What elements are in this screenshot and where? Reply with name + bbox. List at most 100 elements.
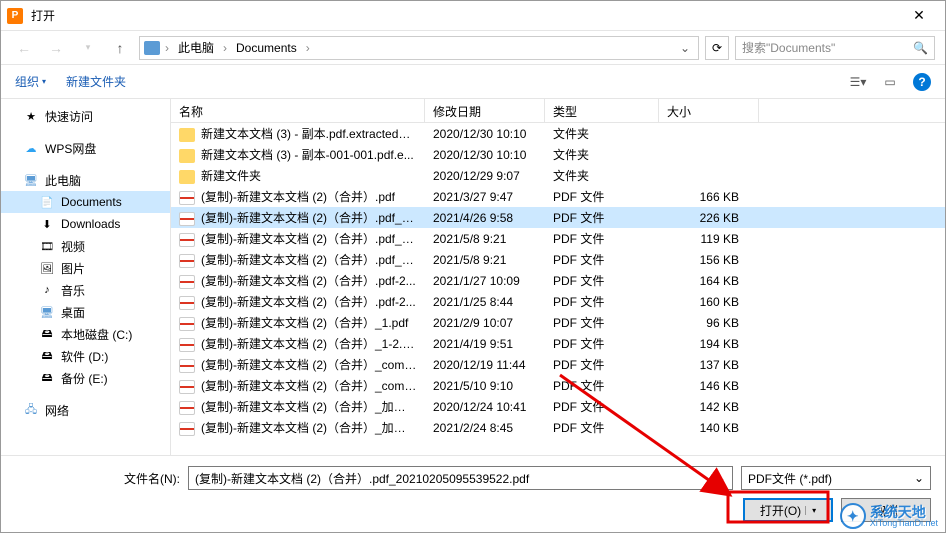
preview-pane-button[interactable]: ▭ [881,74,899,90]
sidebar-item-videos[interactable]: 🎞视频 [1,235,170,257]
back-button[interactable]: ← [11,35,37,61]
file-date: 2021/2/9 10:07 [425,312,545,334]
sidebar-item-documents[interactable]: 📄Documents [1,191,170,213]
file-size: 166 KB [659,186,759,208]
open-button[interactable]: 打开(O)▾ [743,498,833,522]
chevron-down-icon[interactable]: ⌄ [716,471,726,485]
table-row[interactable]: 新建文本文档 (3) - 副本-001-001.pdf.e...2020/12/… [171,144,945,165]
pdf-icon [179,212,195,226]
file-size: 146 KB [659,375,759,397]
close-button[interactable]: ✕ [899,2,939,30]
table-row[interactable]: (复制)-新建文本文档 (2)（合并）.pdf_2... 2021/4/26 9:… [171,207,945,228]
file-size: 164 KB [659,270,759,292]
file-name: (复制)-新建文本文档 (2)（合并）_comp... [201,379,421,393]
file-size: 226 KB [659,207,759,229]
file-date: 2021/5/10 9:10 [425,375,545,397]
table-row[interactable]: (复制)-新建文本文档 (2)（合并）_加密.p...2020/12/24 10… [171,396,945,417]
breadcrumb-folder[interactable]: Documents [232,41,301,55]
drive-icon: 🖴 [39,326,55,342]
watermark-logo: ✦ [840,503,866,529]
file-size: 140 KB [659,417,759,439]
organize-menu[interactable]: 组织▾ [15,73,46,90]
view-mode-button[interactable]: ☰▾ [849,74,867,90]
open-dialog: P 打开 ✕ ← → ▾ ↑ › 此电脑 › Documents › ⌄ ⟳ 搜… [0,0,946,533]
sidebar-item-downloads[interactable]: ⬇Downloads [1,213,170,235]
chevron-down-icon[interactable]: ▾ [805,506,816,515]
music-icon: ♪ [39,282,55,298]
breadcrumb-root[interactable]: 此电脑 [174,39,218,56]
filename-input[interactable]: (复制)-新建文本文档 (2)（合并）.pdf_2021020509553952… [188,466,733,490]
file-size: 194 KB [659,333,759,355]
table-row[interactable]: (复制)-新建文本文档 (2)（合并）_comp... 2021/5/10 9:1… [171,375,945,396]
col-name[interactable]: 名称 [171,99,425,122]
table-row[interactable]: (复制)-新建文本文档 (2)（合并）.pdf_2...2021/5/8 9:2… [171,249,945,270]
table-row[interactable]: (复制)-新建文本文档 (2)（合并）_1-2.pdf 2021/4/19 9:5… [171,333,945,354]
file-date: 2020/12/19 11:44 [425,354,545,376]
file-name: (复制)-新建文本文档 (2)（合并）.pdf [201,190,395,204]
col-date[interactable]: 修改日期 [425,99,545,122]
pdf-icon [179,359,195,373]
file-size: 142 KB [659,396,759,418]
download-icon: ⬇ [39,216,55,232]
refresh-button[interactable]: ⟳ [705,36,729,60]
forward-button[interactable]: → [43,35,69,61]
document-icon: 📄 [39,194,55,210]
table-row[interactable]: 新建文本文档 (3) - 副本.pdf.extracted_i...2020/1… [171,123,945,144]
file-name: (复制)-新建文本文档 (2)（合并）_1-2.pdf [201,337,419,351]
file-name: (复制)-新建文本文档 (2)（合并）.pdf-2... [201,274,416,288]
network-icon: 🖧 [23,402,39,418]
pdf-icon [179,380,195,394]
sidebar-item-pc[interactable]: 🖥此电脑 [1,169,170,191]
sidebar-item-drive-e[interactable]: 🖴备份 (E:) [1,367,170,389]
file-name: (复制)-新建文本文档 (2)（合并）_加密.p... [201,421,425,435]
table-row[interactable]: (复制)-新建文本文档 (2)（合并）.pdf-2...2021/1/25 8:… [171,291,945,312]
search-placeholder: 搜索"Documents" [742,39,835,56]
star-icon: ★ [23,108,39,124]
table-row[interactable]: (复制)-新建文本文档 (2)（合并）_加密.p...2021/2/24 8:4… [171,417,945,438]
search-input[interactable]: 搜索"Documents" 🔍 [735,36,935,60]
sidebar-item-quick-access[interactable]: ★快速访问 [1,105,170,127]
file-date: 2021/5/8 9:21 [425,228,545,250]
col-size[interactable]: 大小 [659,99,759,122]
file-name: (复制)-新建文本文档 (2)（合并）.pdf_2... [201,211,418,225]
watermark-cn: 系统天地 [870,505,938,519]
file-name: (复制)-新建文本文档 (2)（合并）_加密.p... [201,400,425,414]
titlebar: P 打开 ✕ [1,1,945,31]
recent-dropdown[interactable]: ▾ [75,35,101,61]
sidebar-item-music[interactable]: ♪音乐 [1,279,170,301]
file-size [659,151,759,159]
sidebar-item-desktop[interactable]: 🖥桌面 [1,301,170,323]
search-icon: 🔍 [913,41,928,55]
pdf-icon [179,401,195,415]
breadcrumb-dropdown[interactable]: ⌄ [676,41,694,55]
new-folder-button[interactable]: 新建文件夹 [66,73,126,90]
table-row[interactable]: (复制)-新建文本文档 (2)（合并）.pdf2021/3/27 9:47PDF… [171,186,945,207]
file-date: 2021/4/26 9:58 [425,207,545,229]
sidebar-item-wps[interactable]: ☁WPS网盘 [1,137,170,159]
breadcrumb[interactable]: › 此电脑 › Documents › ⌄ [139,36,699,60]
file-name: (复制)-新建文本文档 (2)（合并）.pdf-2... [201,295,416,309]
col-type[interactable]: 类型 [545,99,659,122]
table-row[interactable]: 新建文件夹2020/12/29 9:07文件夹 [171,165,945,186]
help-icon[interactable]: ? [913,73,931,91]
sidebar-item-drive-c[interactable]: 🖴本地磁盘 (C:) [1,323,170,345]
sidebar-item-pictures[interactable]: 🖼图片 [1,257,170,279]
table-row[interactable]: (复制)-新建文本文档 (2)（合并）.pdf_2...2021/5/8 9:2… [171,228,945,249]
file-date: 2021/3/27 9:47 [425,186,545,208]
file-size: 156 KB [659,249,759,271]
chevron-down-icon: ⌄ [914,471,924,485]
file-date: 2021/4/19 9:51 [425,333,545,355]
file-name: (复制)-新建文本文档 (2)（合并）.pdf_2... [201,253,418,267]
sidebar-item-drive-d[interactable]: 🖴软件 (D:) [1,345,170,367]
table-row[interactable]: (复制)-新建文本文档 (2)（合并）_1.pdf2021/2/9 10:07P… [171,312,945,333]
filename-label: 文件名(N): [15,470,180,487]
filetype-select[interactable]: PDF文件 (*.pdf) ⌄ [741,466,931,490]
file-date: 2020/12/30 10:10 [425,123,545,145]
sidebar-item-network[interactable]: 🖧网络 [1,399,170,421]
table-row[interactable]: (复制)-新建文本文档 (2)（合并）.pdf-2...2021/1/27 10… [171,270,945,291]
up-button[interactable]: ↑ [107,35,133,61]
file-size: 160 KB [659,291,759,313]
file-date: 2021/2/24 8:45 [425,417,545,439]
chevron-right-icon: › [162,41,172,55]
table-row[interactable]: (复制)-新建文本文档 (2)（合并）_comp...2020/12/19 11… [171,354,945,375]
